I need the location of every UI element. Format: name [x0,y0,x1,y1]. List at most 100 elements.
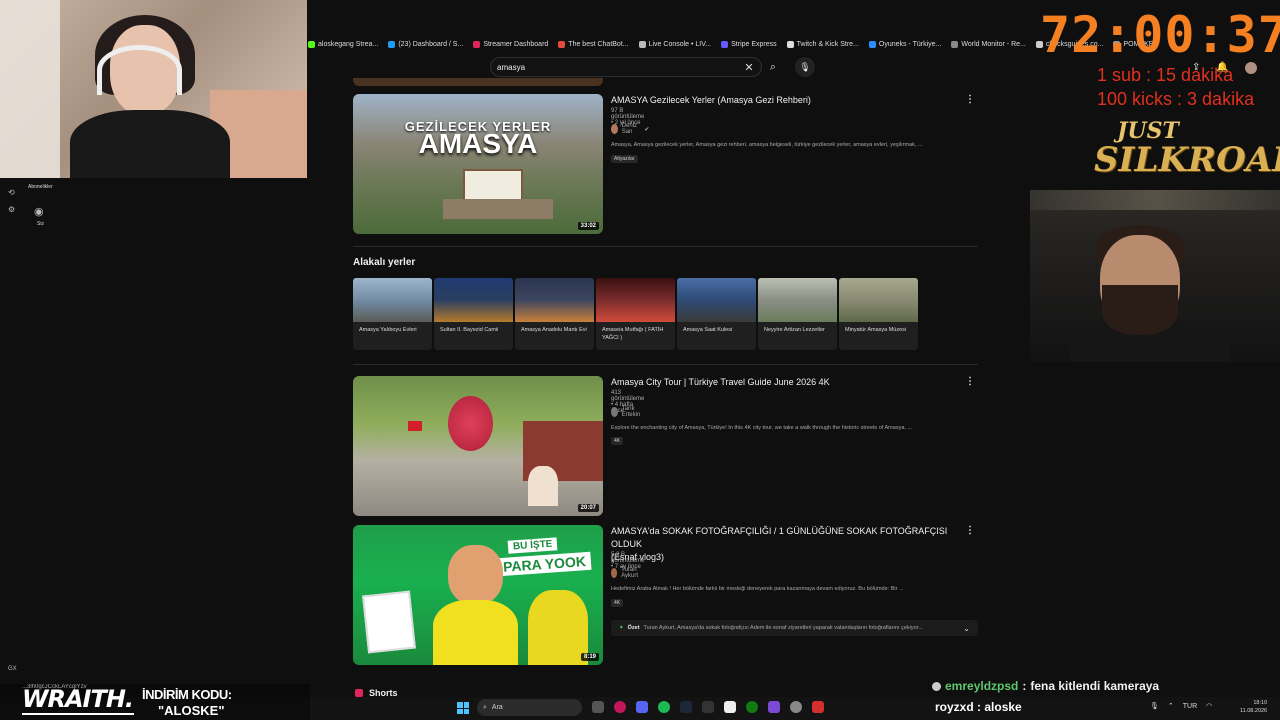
discord-icon[interactable] [636,701,648,713]
bookmark-icon [473,40,481,48]
taskbar-search[interactable]: ⌕ Ara [477,699,582,716]
bookmark-icon [951,40,959,48]
video-description: Hedefimiz Araba Almak ! Her bölümde fark… [611,586,904,592]
bookmark-label: World Monitor - Re... [961,40,1026,48]
thumbnail-photo [362,590,416,654]
bookmark-icon [721,40,729,48]
taskbar-clock[interactable]: 18:10 11.08.2026 [1240,699,1267,715]
windows-start-icon[interactable] [457,702,469,714]
chrome-icon[interactable] [790,701,802,713]
channel-avatar [611,124,618,134]
divider [353,364,978,365]
more-actions-icon[interactable]: ⋮ [965,376,975,387]
epic-games-icon[interactable] [702,701,714,713]
video-duration: 33:02 [577,222,599,230]
opera-gx-icon[interactable] [614,701,626,713]
search-button[interactable]: ⌕ [762,57,784,77]
video-thumbnail[interactable]: GEZİLECEK YERLER AMASYA 33:02 [353,94,603,234]
gx-icon[interactable]: GX [8,666,17,672]
place-card[interactable]: Amasya Yalıboyu Evleri [353,278,432,350]
video-badge: Altyazılar [611,155,638,163]
video-title[interactable]: AMASYA'da SOKAK FOTOĞRAFÇILIĞI / 1 GÜNLÜ… [611,525,961,564]
copilot-icon[interactable] [768,701,780,713]
sidebar-subscriptions-label[interactable]: Abonelikler [28,184,53,190]
video-thumbnail[interactable]: 20:07 [353,376,603,516]
clock-time: 18:10 [1253,700,1268,706]
more-actions-icon[interactable]: ⋮ [965,94,975,105]
channel-name: Turan Aykurt [621,567,639,579]
chevron-up-icon[interactable]: ⌃ [1168,702,1174,710]
bookmark[interactable]: World Monitor - Re... [951,40,1026,48]
video-thumbnail[interactable]: BU İŞTE PARA YOOK 8:19 [353,525,603,665]
place-card[interactable]: Minyatür Amasya Müzesi [839,278,918,350]
chat-text: aloske [984,700,1022,714]
bookmark-icon [638,40,646,48]
promo-label: İNDİRİM KODU: [142,687,232,702]
thumbnail-text: PARA YOOK [497,551,592,577]
you-icon[interactable]: ◉ [34,205,44,218]
chat-message: royzxd : aloske [935,700,1022,714]
settings-icon[interactable]: ⚙ [8,205,15,214]
bookmark-label: aloskegang Strea... [318,40,379,48]
ai-summary-bar[interactable]: ✦ Özet Turan Aykurt, Amasya'da sokak fot… [611,620,978,636]
microphone-icon[interactable]: 🎙 [1150,702,1159,710]
bookmark[interactable]: Live Console • LIV... [638,40,711,48]
sidebar-you-label[interactable]: Siz [37,221,44,227]
steam-icon[interactable] [680,701,692,713]
bookmark-icon [868,40,876,48]
bookmark[interactable]: The best ChatBot... [558,40,629,48]
recording-app-icon[interactable] [812,701,824,713]
place-card[interactable]: Sultan II. Bayezid Camii [434,278,513,350]
thumbnail-text: AMASYA [418,128,538,159]
bookmark[interactable]: Oyuneks - Türkiye... [868,40,941,48]
place-image [839,278,918,322]
related-places-list: Amasya Yalıboyu Evleri Sultan II. Bayezi… [353,278,918,350]
thumbnail-house [463,169,523,201]
bookmark[interactable]: Twitch & Kick Stre... [786,40,859,48]
search-input[interactable] [497,62,743,72]
spotify-icon[interactable] [658,701,670,713]
place-card[interactable]: Amaseia Mutfağı ( FATİH YAĞCI ) [596,278,675,350]
app-icon[interactable] [724,701,736,713]
history-icon[interactable]: ⟲ [8,188,15,197]
place-name: Amasya Saat Kulesi [683,327,733,333]
bookmark-label: (23) Dashboard / S... [398,40,464,48]
sub-rate-text: 1 sub : 15 dakika [1097,65,1234,85]
chevron-down-icon[interactable]: ⌄ [963,624,970,633]
system-tray: 🎙 ⌃ TUR ◠ [1150,702,1212,711]
place-image [434,278,513,322]
wifi-icon[interactable]: ◠ [1206,702,1212,710]
screen: ⟲ Abonelikler ⚙ ◉ Siz GX aloskegang Stre… [0,0,1280,720]
thumbnail-person [528,466,558,506]
place-name: Amasya Anadolu Mantı Evi [521,327,587,333]
channel-link[interactable]: Deniz San ✔ [611,123,649,135]
place-card[interactable]: Amasya Saat Kulesi [677,278,756,350]
wraith-logo: WRAITH. [22,685,134,713]
channel-link[interactable]: Turan Aykurt [611,567,642,579]
chat-separator: : [977,700,982,714]
channel-name: Deniz San [621,123,638,135]
place-card[interactable]: Amasya Anadolu Mantı Evi [515,278,594,350]
language-indicator[interactable]: TUR [1183,703,1197,710]
youtube-sidebar: ⟲ Abonelikler ⚙ ◉ Siz GX [0,178,307,720]
search-icon: ⌕ [483,703,487,711]
bookmark[interactable]: aloskegang Strea... [308,40,379,48]
channel-avatar [611,568,618,578]
more-actions-icon[interactable]: ⋮ [965,525,975,536]
voice-search-button[interactable]: 🎙 [795,57,815,77]
bookmark[interactable]: Streamer Dashboard [473,40,548,48]
xbox-icon[interactable] [746,701,758,713]
bookmark-icon [558,40,566,48]
video-title[interactable]: Amasya City Tour | Türkiye Travel Guide … [611,376,961,389]
video-title[interactable]: AMASYA Gezilecek Yerler (Amasya Gezi Reh… [611,94,961,107]
channel-link[interactable]: Tarık Ertekin [611,406,644,418]
bookmark[interactable]: Stripe Express [721,40,777,48]
bookmark-label: Twitch & Kick Stre... [796,40,859,48]
place-card[interactable]: Neyyire Artizan Lezzetler [758,278,837,350]
bookmark[interactable]: (23) Dashboard / S... [388,40,464,48]
taskbar-search-placeholder: Ara [491,704,503,711]
task-view-icon[interactable] [592,701,604,713]
wraith-underline [22,713,134,715]
thumbnail-person-2 [528,590,588,665]
clear-search-icon[interactable]: ✕ [743,61,755,74]
